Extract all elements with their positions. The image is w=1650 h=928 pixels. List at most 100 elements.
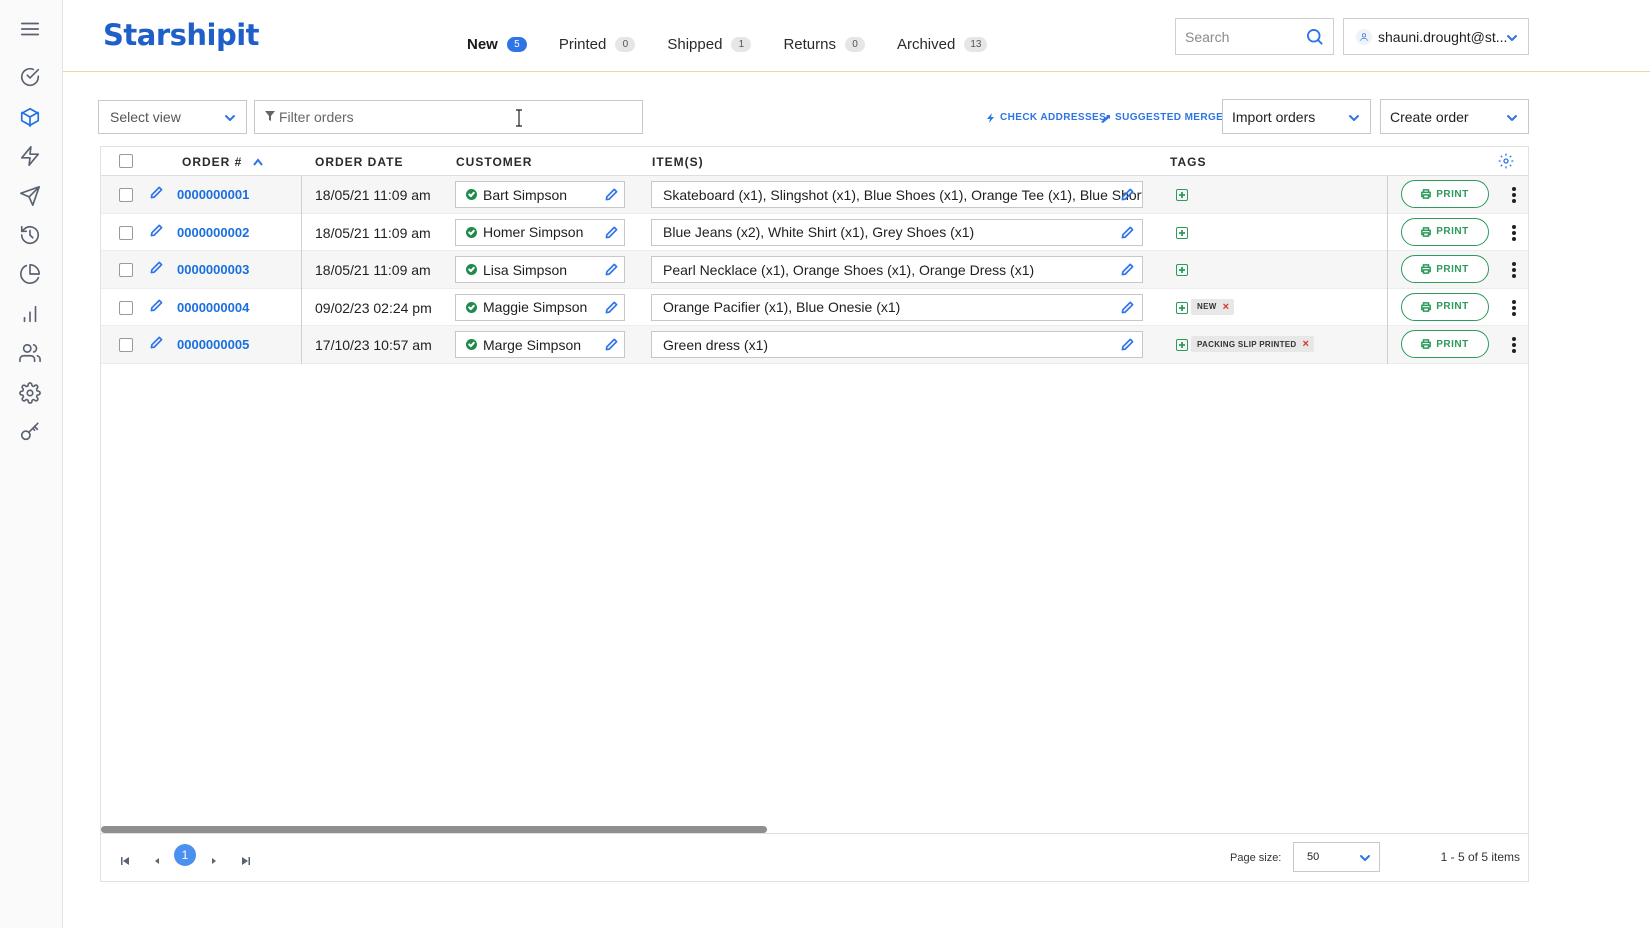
print-button[interactable]: PRINT	[1401, 330, 1489, 358]
items-text: Skateboard (x1), Slingshot (x1), Blue Sh…	[663, 186, 1143, 203]
table-row[interactable]: 0000000003 18/05/21 11:09 am Lisa Simpso…	[101, 251, 1528, 289]
add-tag-plus-icon[interactable]	[1176, 226, 1188, 239]
edit-customer-pencil-icon[interactable]	[605, 301, 618, 317]
customer-field[interactable]: Bart Simpson	[455, 181, 625, 208]
tab-shipped[interactable]: Shipped 1	[667, 36, 752, 53]
add-tag-plus-icon[interactable]	[1176, 339, 1188, 351]
customer-field[interactable]: Marge Simpson	[455, 331, 625, 358]
edit-order-pencil-icon[interactable]	[150, 261, 163, 279]
add-tag-plus-icon[interactable]	[1176, 301, 1188, 314]
horizontal-scrollbar[interactable]	[101, 826, 767, 833]
row-more-options-icon[interactable]	[1507, 336, 1521, 354]
edit-items-pencil-icon[interactable]	[1121, 226, 1134, 242]
table-row[interactable]: 0000000002 18/05/21 11:09 am Homer Simps…	[101, 214, 1528, 251]
tab-returns[interactable]: Returns 0	[783, 36, 865, 53]
order-number-link[interactable]: 0000000003	[177, 262, 249, 277]
next-page-icon[interactable]	[209, 853, 219, 871]
add-tag-plus-icon[interactable]	[1176, 189, 1188, 201]
first-page-icon[interactable]	[120, 853, 130, 871]
edit-order-pencil-icon[interactable]	[150, 336, 163, 354]
edit-items-pencil-icon[interactable]	[1121, 338, 1134, 354]
import-orders-dropdown[interactable]: Import orders	[1222, 99, 1371, 134]
order-date: 17/10/23 10:57 am	[315, 337, 432, 353]
table-row[interactable]: 0000000005 17/10/23 10:57 am Marge Simps…	[101, 326, 1528, 364]
edit-customer-pencil-icon[interactable]	[605, 188, 618, 204]
table-row[interactable]: 0000000001 18/05/21 11:09 am Bart Simpso…	[101, 176, 1528, 214]
items-field[interactable]: Pearl Necklace (x1), Orange Shoes (x1), …	[651, 256, 1143, 283]
customer-field[interactable]: Lisa Simpson	[455, 256, 625, 283]
page-number-current[interactable]: 1	[174, 844, 196, 866]
edit-customer-pencil-icon[interactable]	[605, 226, 618, 242]
suggested-merges-link[interactable]: SUGGESTED MERGES	[1101, 112, 1230, 123]
bar-chart-icon[interactable]	[14, 298, 46, 330]
row-checkbox[interactable]	[119, 300, 133, 315]
row-checkbox[interactable]	[119, 188, 133, 202]
row-more-options-icon[interactable]	[1507, 299, 1521, 317]
page-size-select[interactable]: 50	[1293, 842, 1380, 872]
remove-tag-icon[interactable]: ×	[1303, 338, 1310, 350]
select-all-checkbox[interactable]	[119, 154, 133, 168]
order-number-link[interactable]: 0000000004	[177, 300, 249, 315]
order-number-link[interactable]: 0000000005	[177, 337, 249, 352]
row-checkbox[interactable]	[119, 263, 133, 277]
edit-items-pencil-icon[interactable]	[1121, 301, 1134, 317]
order-number-link[interactable]: 0000000001	[177, 187, 249, 202]
column-header-items[interactable]: ITEM(S)	[652, 155, 704, 169]
row-more-options-icon[interactable]	[1507, 261, 1521, 279]
order-number-link[interactable]: 0000000002	[177, 225, 249, 240]
logo[interactable]: Starshipit	[103, 18, 260, 52]
check-circle-icon[interactable]	[14, 61, 46, 93]
column-header-customer[interactable]: CUSTOMER	[456, 155, 532, 169]
gear-icon[interactable]	[14, 377, 46, 409]
print-button[interactable]: PRINT	[1401, 217, 1489, 246]
tab-archived[interactable]: Archived 13	[897, 36, 988, 53]
edit-customer-pencil-icon[interactable]	[605, 338, 618, 354]
remove-tag-icon[interactable]: ×	[1223, 301, 1230, 313]
menu-icon[interactable]	[14, 13, 46, 45]
history-icon[interactable]	[14, 219, 46, 251]
edit-order-pencil-icon[interactable]	[150, 186, 163, 204]
key-icon[interactable]	[14, 416, 46, 448]
last-page-icon[interactable]	[241, 853, 251, 871]
filter-orders-input[interactable]	[279, 109, 619, 125]
edit-items-pencil-icon[interactable]	[1121, 188, 1134, 204]
items-field[interactable]: Blue Jeans (x2), White Shirt (x1), Grey …	[651, 218, 1143, 246]
column-header-order[interactable]: ORDER #	[182, 155, 242, 169]
search-icon[interactable]	[1305, 27, 1325, 52]
search-input[interactable]	[1185, 28, 1305, 45]
pie-chart-icon[interactable]	[14, 258, 46, 290]
edit-customer-pencil-icon[interactable]	[605, 263, 618, 279]
print-button[interactable]: PRINT	[1401, 292, 1489, 321]
row-checkbox[interactable]	[119, 338, 133, 352]
create-order-dropdown[interactable]: Create order	[1380, 99, 1529, 134]
print-button[interactable]: PRINT	[1401, 180, 1489, 208]
print-button[interactable]: PRINT	[1401, 255, 1489, 283]
check-addresses-link[interactable]: CHECK ADDRESSES	[986, 112, 1106, 123]
orders-box-icon[interactable]	[14, 101, 46, 133]
items-field[interactable]: Skateboard (x1), Slingshot (x1), Blue Sh…	[651, 181, 1143, 208]
select-view-dropdown[interactable]: Select view	[98, 100, 247, 134]
sort-ascending-icon[interactable]	[253, 153, 263, 171]
items-field[interactable]: Orange Pacifier (x1), Blue Onesie (x1)	[651, 293, 1143, 321]
row-checkbox[interactable]	[119, 225, 133, 240]
column-header-order-date[interactable]: ORDER DATE	[315, 155, 403, 169]
send-icon[interactable]	[14, 180, 46, 212]
edit-order-pencil-icon[interactable]	[150, 299, 163, 317]
customer-field[interactable]: Maggie Simpson	[455, 293, 625, 321]
lightning-icon[interactable]	[14, 140, 46, 172]
prev-page-icon[interactable]	[152, 853, 162, 871]
column-settings-gear-icon[interactable]	[1498, 153, 1514, 174]
customer-field[interactable]: Homer Simpson	[455, 218, 625, 246]
edit-items-pencil-icon[interactable]	[1121, 263, 1134, 279]
column-header-tags[interactable]: TAGS	[1170, 155, 1206, 169]
row-more-options-icon[interactable]	[1507, 224, 1521, 242]
row-more-options-icon[interactable]	[1507, 186, 1521, 204]
edit-order-pencil-icon[interactable]	[150, 224, 163, 242]
add-tag-plus-icon[interactable]	[1176, 264, 1188, 276]
users-icon[interactable]	[14, 337, 46, 369]
user-menu[interactable]: shauni.drought@st...	[1343, 18, 1529, 55]
table-row[interactable]: 0000000004 09/02/23 02:24 pm Maggie Simp…	[101, 289, 1528, 326]
tab-printed[interactable]: Printed 0	[559, 36, 636, 53]
tab-new[interactable]: New 5	[467, 36, 527, 53]
items-field[interactable]: Green dress (x1)	[651, 331, 1143, 358]
